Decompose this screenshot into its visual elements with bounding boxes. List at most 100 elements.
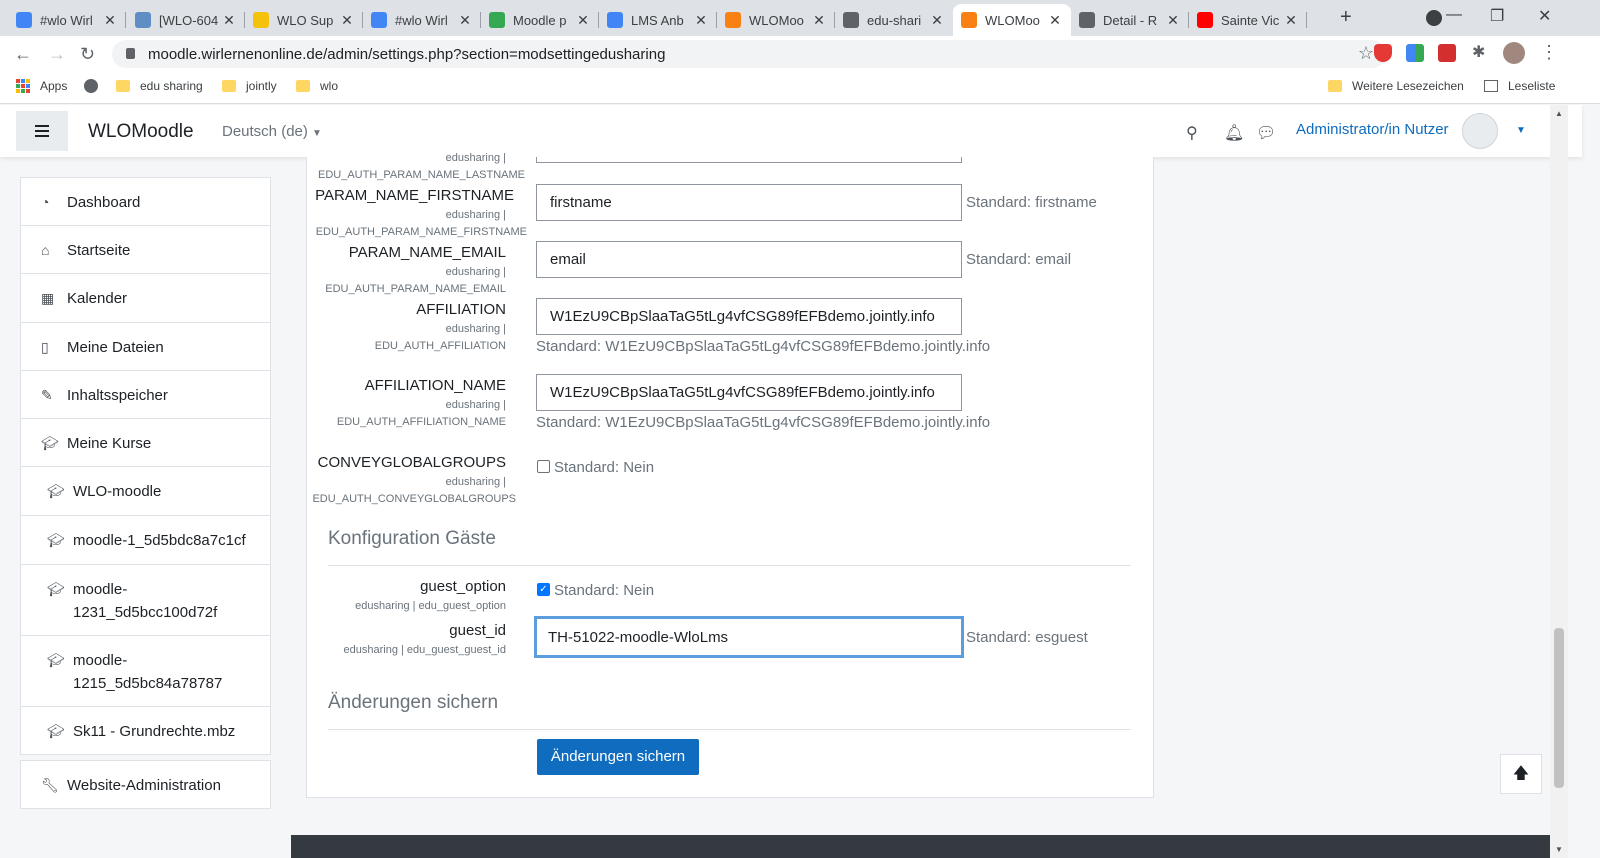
email-field[interactable] [536,241,962,278]
language-label: Deutsch (de) [222,123,308,140]
minimize-icon[interactable]: — [1446,6,1462,24]
sidebar-item-startseite[interactable]: ⌂ Startseite [20,225,271,274]
browser-tab[interactable]: edu-shari ✕ [835,4,953,36]
sidebar-item-sk11-grundrechte-mbz[interactable]: 🎓︎ Sk11 - Grundrechte.mbz [20,706,271,755]
restore-icon[interactable]: ❐ [1490,6,1504,26]
sidebar-item-inhaltsspeicher[interactable]: ✎ Inhaltsspeicher [20,370,271,419]
sidebar-item-moodle-1-5d5bdc8a7c1cf[interactable]: 🎓︎ moodle-1_5d5bdc8a7c1cf [20,515,271,565]
guest-option-checkbox[interactable]: ✓ [537,583,550,596]
browser-tab[interactable]: WLOMoo ✕ [717,4,835,36]
tab-search-icon[interactable] [1426,10,1442,26]
page-scrollbar[interactable]: ▲ ▼ [1550,105,1568,858]
tab-close-icon[interactable]: ✕ [221,12,237,29]
affiliation-field[interactable] [536,298,962,335]
browser-tab[interactable]: Sainte Vic ✕ [1189,4,1307,36]
shield-extension-icon[interactable] [1374,44,1392,62]
tab-close-icon[interactable]: ✕ [457,12,473,29]
browser-tab[interactable]: WLO Sup ✕ [245,4,363,36]
url-text[interactable]: moodle.wirlernenonline.de/admin/settings… [148,46,665,63]
bookmark-edu-sharing[interactable]: edu sharing [116,79,203,93]
browser-tab[interactable]: #wlo Wirl ✕ [363,4,481,36]
back-to-top-button[interactable]: 🡅 [1500,754,1542,794]
bookmark-apps[interactable]: Apps [16,79,67,93]
sidebar-item-meine-dateien[interactable]: ▯ Meine Dateien [20,322,271,371]
user-menu-name[interactable]: Administrator/in Nutzer [1296,121,1449,138]
browser-tab[interactable]: WLOMoo ✕ [953,4,1071,36]
tab-close-icon[interactable]: ✕ [102,12,118,29]
back-icon[interactable]: ← [14,44,32,65]
tab-favicon-icon [253,12,269,28]
browser-tab[interactable]: [WLO-604 ✕ [127,4,245,36]
tab-close-icon[interactable]: ✕ [1165,12,1181,29]
profile-avatar-icon[interactable] [1503,42,1525,64]
browser-tab[interactable]: Moodle p ✕ [481,4,599,36]
language-menu[interactable]: Deutsch (de) ▼ [222,123,322,140]
tab-close-icon[interactable]: ✕ [1047,12,1063,29]
tab-close-icon[interactable]: ✕ [693,12,709,29]
forward-icon[interactable]: → [48,44,66,65]
setting-sub: EDU_AUTH_AFFILIATION_NAME [336,416,506,428]
tab-close-icon[interactable]: ✕ [339,12,355,29]
tab-favicon-icon [16,12,32,28]
new-tab-button[interactable]: + [1340,6,1352,29]
tab-close-icon[interactable]: ✕ [575,12,591,29]
bell-icon[interactable]: 🔔︎ [1224,123,1244,143]
section-heading-save: Änderungen sichern [328,692,499,713]
sidebar-item-wlo-moodle[interactable]: 🎓︎ WLO-moodle [20,466,271,516]
browser-tab[interactable]: #wlo Wirl ✕ [8,4,126,36]
tab-close-icon[interactable]: ✕ [811,12,827,29]
browser-tab[interactable]: LMS Anb ✕ [599,4,717,36]
reload-icon[interactable]: ↻ [80,44,95,65]
sidebar-item-label: moodle- [73,581,128,598]
bookmark-label: jointly [246,79,277,93]
scrollbar-thumb[interactable] [1554,628,1564,788]
graduation-cap-icon: 🎓︎ [47,652,65,668]
sidebar-item-dashboard[interactable]: ◔ Dashboard [20,177,271,226]
tab-title: #wlo Wirl [40,12,93,28]
sidebar-item-moodle[interactable]: 🎓︎ moodle- 1231_5d5bcc100d72f [20,564,271,636]
folder-icon [222,80,236,92]
default-hint: Standard: esguest [966,629,1088,646]
browser-menu-icon[interactable]: ⋮ [1540,42,1558,63]
globe-icon [84,79,98,93]
sidebar-item-site-admin[interactable]: 🔧︎ Website-Administration [20,760,271,809]
sidebar-item-moodle[interactable]: 🎓︎ moodle- 1215_5d5bc84a78787 [20,635,271,707]
scroll-down-icon[interactable]: ▼ [1555,845,1563,854]
tab-close-icon[interactable]: ✕ [929,12,945,29]
guest-id-field[interactable] [534,616,964,658]
sidebar-item-label: Dashboard [67,194,141,211]
browser-toolbar: ← → ↻ moodle.wirlernenonline.de/admin/se… [0,36,1600,72]
setting-sub: EDU_AUTH_AFFILIATION [374,340,506,352]
bookmark-more[interactable]: Weitere Lesezeichen [1328,79,1464,93]
bookmark-wlo[interactable]: wlo [296,79,338,93]
search-icon[interactable]: ⚲ [1186,123,1198,143]
lastname-field[interactable] [536,157,962,163]
bookmark-label: Apps [40,79,68,93]
reading-list[interactable]: Leseliste [1484,79,1555,93]
hamburger-menu-button[interactable] [16,111,68,151]
site-brand[interactable]: WLOMoodle [88,121,194,143]
tab-title: #wlo Wirl [395,12,448,28]
scroll-up-icon[interactable]: ▲ [1555,109,1563,118]
address-bar[interactable]: moodle.wirlernenonline.de/admin/settings… [112,40,1386,68]
sidebar-item-kalender[interactable]: ▦ Kalender [20,273,271,323]
user-menu-caret-icon[interactable]: ▼ [1516,125,1526,136]
affiliation-name-field[interactable] [536,374,962,411]
tab-close-icon[interactable]: ✕ [1283,12,1299,29]
browser-tab[interactable]: Detail - R ✕ [1071,4,1189,36]
setting-sub: edusharing | edu_guest_option [355,600,506,612]
translate-extension-icon[interactable] [1406,44,1424,62]
avatar[interactable] [1462,113,1498,149]
close-window-icon[interactable]: ✕ [1538,6,1551,26]
sidebar-item-label: Website-Administration [67,777,221,794]
firstname-field[interactable] [536,184,962,221]
extensions-icon[interactable]: ✱ [1472,42,1490,61]
bookmark-star-icon[interactable]: ☆ [1358,43,1374,64]
bookmark-globe[interactable] [84,79,98,93]
bookmark-jointly[interactable]: jointly [222,79,277,93]
conveyglobalgroups-checkbox[interactable] [537,460,550,473]
pdf-extension-icon[interactable] [1438,44,1456,62]
save-changes-button[interactable]: Änderungen sichern [537,739,699,775]
message-icon[interactable]: 💬︎ [1256,123,1276,143]
sidebar-item-meine-kurse[interactable]: 🎓︎ Meine Kurse [20,418,271,467]
